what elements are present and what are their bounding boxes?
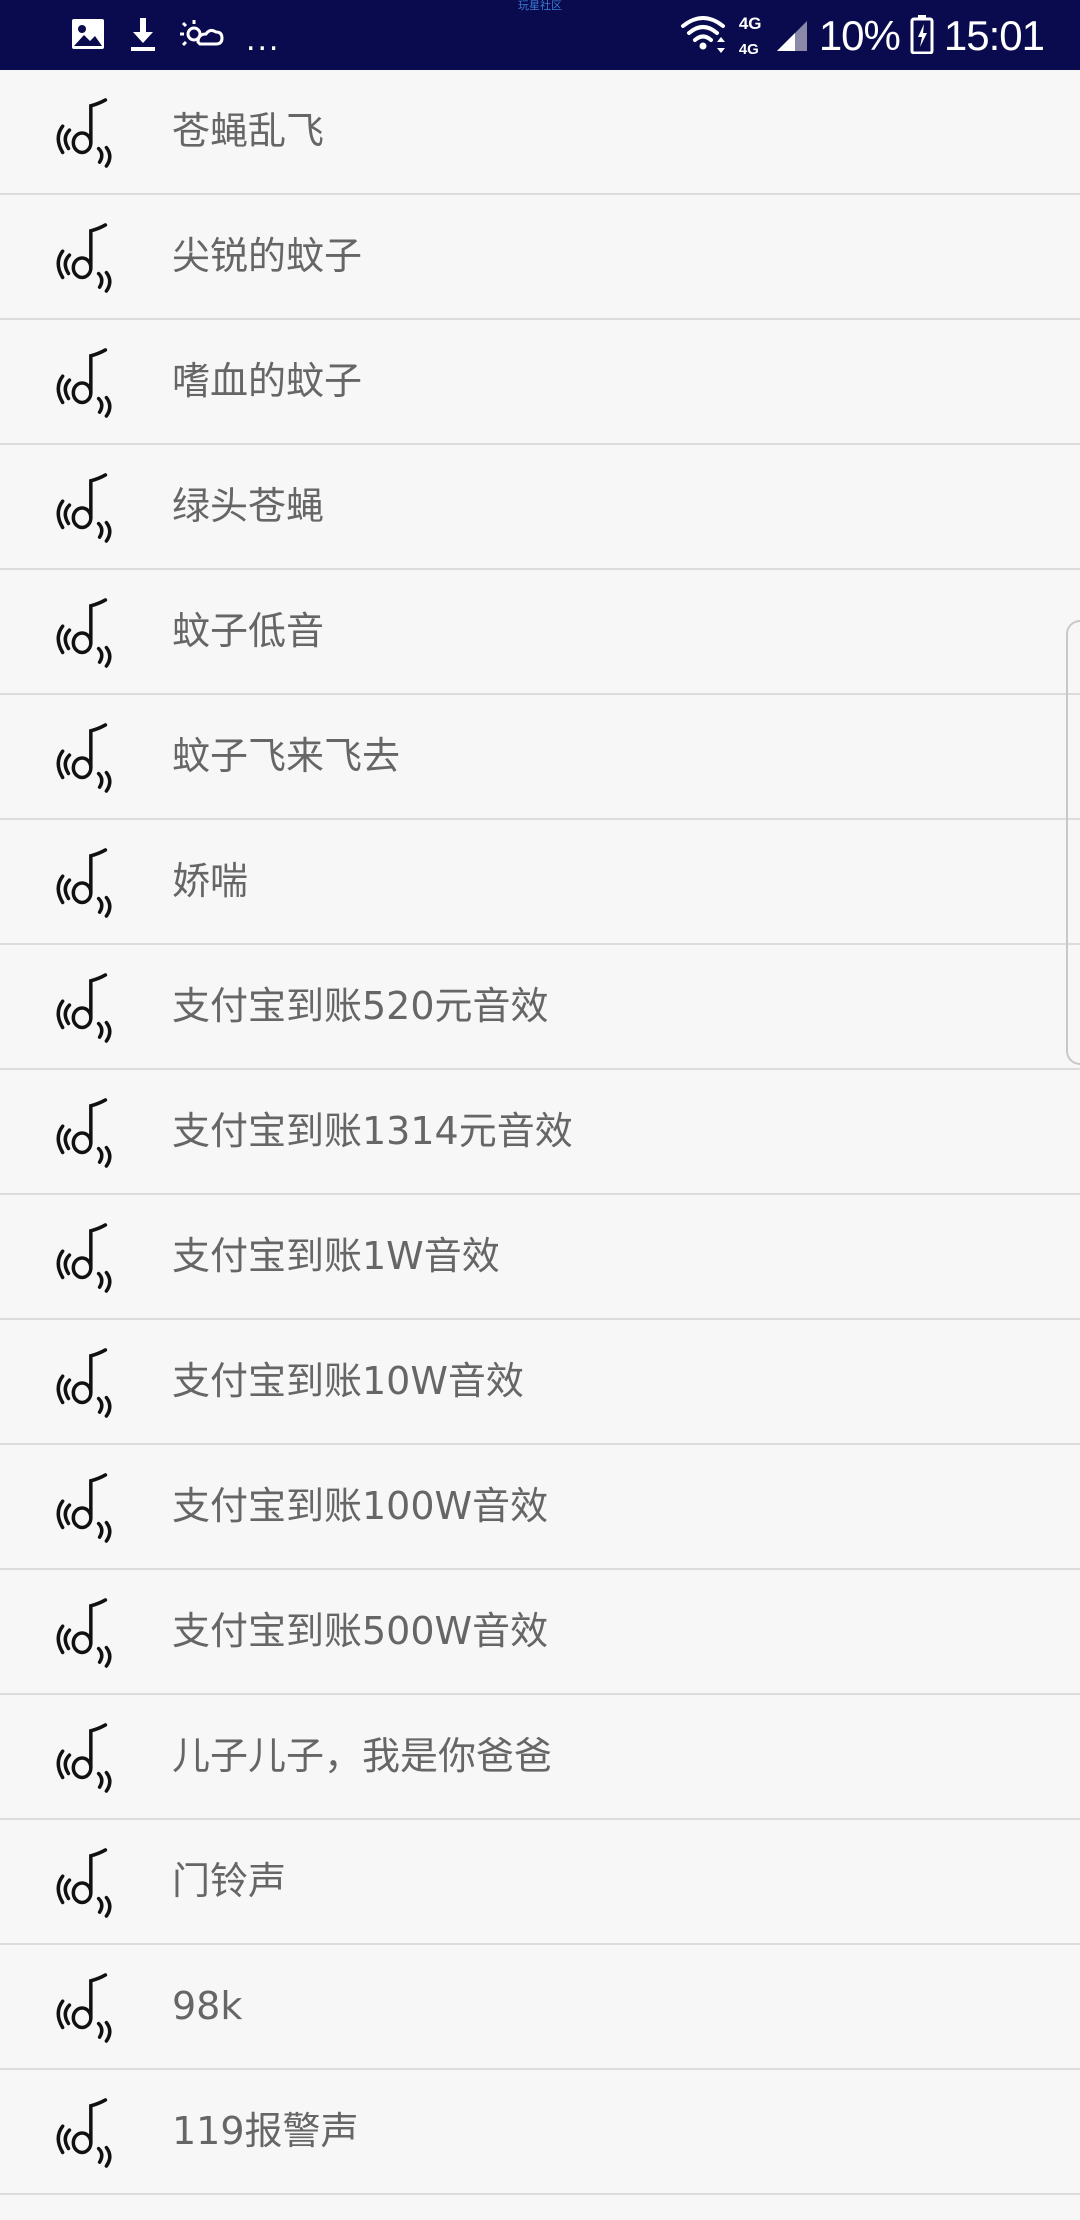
list-item-label: 嗜血的蚊子 <box>172 359 363 403</box>
more-notifications-indicator: ... <box>246 20 281 58</box>
weather-icon <box>180 16 224 56</box>
sound-note-icon <box>50 723 120 793</box>
sound-note-icon <box>50 348 120 418</box>
list-item-label: 尖锐的蚊子 <box>172 234 363 278</box>
list-item[interactable]: 嗜血的蚊子 <box>0 320 1080 445</box>
edge-panel-handle[interactable] <box>1066 620 1080 1065</box>
sound-note-icon <box>50 1723 120 1793</box>
list-item[interactable]: 苍蝇乱飞 <box>0 70 1080 195</box>
sound-note-icon <box>50 598 120 668</box>
sound-note-icon <box>50 1098 120 1168</box>
list-item-label: 支付宝到账520元音效 <box>172 984 549 1028</box>
list-item[interactable]: 支付宝到账1314元音效 <box>0 1070 1080 1195</box>
sound-note-icon <box>50 1223 120 1293</box>
signal-icon <box>775 19 809 58</box>
list-item-label: 门铃声 <box>172 1859 287 1903</box>
sound-note-icon <box>50 223 120 293</box>
list-item[interactable]: 门铃声 <box>0 1820 1080 1945</box>
list-item[interactable]: 尖锐的蚊子 <box>0 195 1080 320</box>
sound-note-icon <box>50 1973 120 2043</box>
sound-note-icon <box>50 848 120 918</box>
list-item-label: 蚊子低音 <box>172 609 325 653</box>
clock: 15:01 <box>943 12 1045 59</box>
sound-note-icon <box>50 1598 120 1668</box>
list-item-label: 绿头苍蝇 <box>172 484 325 528</box>
list-item-label: 蚊子飞来飞去 <box>172 734 401 778</box>
sound-note-icon <box>50 1473 120 1543</box>
list-item[interactable]: 支付宝到账1W音效 <box>0 1195 1080 1320</box>
network-type-bottom: 4G <box>738 41 759 58</box>
sound-note-icon <box>50 473 120 543</box>
list-item-label: 娇喘 <box>172 859 249 903</box>
list-item[interactable]: 娇喘 <box>0 820 1080 945</box>
network-type-top: 4G <box>738 14 762 33</box>
status-bar: 玩星社区 ... 4G 4G 10% 15:01 <box>0 0 1080 70</box>
sound-note-icon <box>50 2098 120 2168</box>
list-item-label: 支付宝到账1314元音效 <box>172 1109 573 1153</box>
list-item[interactable]: 支付宝到账100W音效 <box>0 1445 1080 1570</box>
list-item[interactable]: 119报警声 <box>0 2070 1080 2195</box>
list-item[interactable]: 98k <box>0 1945 1080 2070</box>
list-item[interactable]: 支付宝到账10W音效 <box>0 1320 1080 1445</box>
list-item-label: 98k <box>172 1984 243 2028</box>
sound-list: 苍蝇乱飞尖锐的蚊子嗜血的蚊子绿头苍蝇蚊子低音蚊子飞来飞去 娇喘支付宝到账520元音… <box>0 70 1080 2195</box>
list-item[interactable]: 蚊子低音 <box>0 570 1080 695</box>
list-item-label: 119报警声 <box>172 2109 359 2153</box>
battery-icon <box>910 14 934 58</box>
wifi-icon <box>679 12 729 60</box>
download-icon <box>128 16 158 56</box>
battery-percent: 10% <box>818 12 901 59</box>
status-bar-system: 4G 4G 10% 15:01 <box>679 10 1045 62</box>
sound-note-icon <box>50 98 120 168</box>
list-item[interactable]: 绿头苍蝇 <box>0 445 1080 570</box>
list-item[interactable]: 蚊子飞来飞去 <box>0 695 1080 820</box>
network-indicator: 4G 4G <box>739 12 809 60</box>
sound-note-icon <box>50 973 120 1043</box>
list-item-label: 支付宝到账10W音效 <box>172 1359 524 1403</box>
list-item-label: 支付宝到账500W音效 <box>172 1609 549 1653</box>
status-bar-notifications: ... <box>70 14 280 58</box>
sound-note-icon <box>50 1348 120 1418</box>
list-item-label: 苍蝇乱飞 <box>172 109 325 153</box>
list-item[interactable]: 支付宝到账520元音效 <box>0 945 1080 1070</box>
list-item-label: 儿子儿子，我是你爸爸 <box>172 1734 553 1778</box>
list-item-label: 支付宝到账1W音效 <box>172 1234 500 1278</box>
sound-note-icon <box>50 1848 120 1918</box>
image-icon <box>70 17 106 55</box>
list-item-label: 支付宝到账100W音效 <box>172 1484 549 1528</box>
list-item[interactable]: 支付宝到账500W音效 <box>0 1570 1080 1695</box>
list-item[interactable]: 儿子儿子，我是你爸爸 <box>0 1695 1080 1820</box>
